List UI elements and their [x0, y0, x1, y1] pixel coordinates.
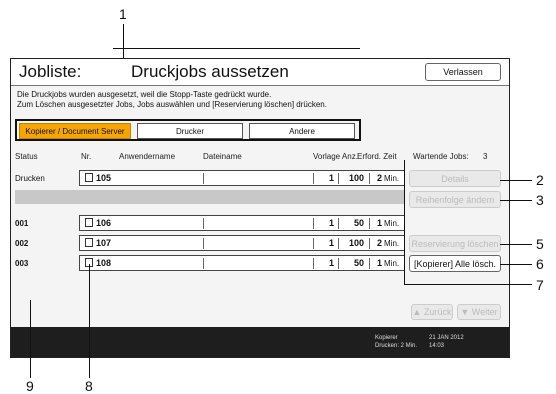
originals-count: 1 [328, 238, 334, 248]
separator-bar [15, 190, 405, 204]
document-icon [85, 238, 93, 247]
callout-3-line [500, 200, 532, 201]
callout-7-line [404, 284, 532, 285]
status-footer: Kopierer Drucken: 2 Min. 21 JAN 2012 14:… [11, 327, 509, 357]
originals-count: 1 [328, 258, 334, 268]
job-list-panel: Jobliste: Druckjobs aussetzen Verlassen … [10, 58, 510, 358]
column-nr: Nr. [81, 152, 92, 161]
footer-mode: Kopierer [375, 335, 398, 341]
delete-reservation-button[interactable]: Reservierung löschen [409, 235, 501, 252]
originals-count: 1 [328, 173, 334, 183]
row-status-printing: Drucken [15, 174, 45, 183]
callout-2-line [500, 180, 532, 181]
job-number: 106 [96, 218, 112, 228]
callout-6: 6 [536, 256, 544, 272]
title-bar: Jobliste: Druckjobs aussetzen Verlassen [11, 59, 509, 86]
tab-other[interactable]: Andere [249, 123, 355, 139]
page-title: Jobliste: [19, 62, 82, 81]
job-number: 107 [96, 238, 112, 248]
column-file: Dateiname [203, 152, 242, 161]
next-page-button[interactable]: ▼ Weiter [457, 304, 501, 320]
callout-7-bracket [404, 160, 405, 285]
copies-count: 100 [348, 173, 364, 183]
waiting-jobs-count: 3 [483, 152, 488, 161]
column-time: Erford. Zeit [357, 152, 397, 161]
copies-count: 50 [353, 218, 364, 228]
details-button[interactable]: Details [409, 170, 501, 187]
footer-print-time: Drucken: 2 Min. [375, 343, 418, 349]
callout-8-line [89, 264, 90, 378]
callout-2: 2 [536, 172, 544, 188]
column-status: Status [15, 152, 38, 161]
callout-9: 9 [26, 378, 34, 394]
copies-count: 50 [353, 258, 364, 268]
table-row[interactable]: 106 1 50 1 Min. [79, 215, 405, 231]
time-unit: Min. [384, 219, 400, 228]
previous-page-button[interactable]: ▲ Zurück [411, 304, 453, 320]
required-time: 1 [376, 218, 382, 228]
required-time: 2 [376, 173, 382, 183]
table-row[interactable]: 107 1 100 2 Min. [79, 235, 405, 251]
callout-8: 8 [85, 378, 93, 394]
callout-9-line [30, 300, 31, 378]
tab-printer[interactable]: Drucker [137, 123, 243, 139]
callout-5-line [500, 244, 532, 245]
document-icon [85, 173, 93, 182]
job-number: 105 [96, 173, 112, 183]
callout-6-line [500, 264, 532, 265]
page-subtitle: Druckjobs aussetzen [131, 62, 289, 81]
job-number: 108 [96, 258, 112, 268]
row-status: 001 [15, 219, 29, 228]
originals-count: 1 [328, 218, 334, 228]
required-time: 1 [376, 258, 382, 268]
column-count: Vorlage Anz. [313, 152, 358, 161]
callout-1-bracket [113, 48, 360, 49]
row-status: 003 [15, 259, 29, 268]
table-row[interactable]: 108 1 50 1 Min. [79, 255, 405, 271]
time-unit: Min. [384, 174, 400, 183]
exit-button[interactable]: Verlassen [425, 63, 501, 81]
table-row[interactable]: 105 1 100 2 Min. [79, 170, 405, 186]
callout-5: 5 [536, 236, 544, 252]
message-line-2: Zum Löschen ausgesetzter Jobs, Jobs ausw… [17, 100, 327, 109]
callout-7: 7 [536, 277, 544, 293]
waiting-jobs-label: Wartende Jobs: [413, 152, 469, 161]
column-user: Anwendername [119, 152, 176, 161]
delete-all-copier-button[interactable]: [Kopierer] Alle lösch. [409, 255, 501, 272]
tab-copier-document-server[interactable]: Kopierer / Document Server [19, 123, 131, 139]
row-status: 002 [15, 239, 29, 248]
time-unit: Min. [384, 239, 400, 248]
document-icon [85, 218, 93, 227]
reorder-button[interactable]: Reihenfolge ändern [409, 191, 501, 208]
message-line-1: Die Druckjobs wurden ausgesetzt, weil di… [17, 90, 272, 99]
footer-date: 21 JAN 2012 [429, 335, 464, 341]
footer-clock: 14:03 [429, 343, 445, 349]
callout-1: 1 [119, 6, 127, 22]
time-unit: Min. [384, 259, 400, 268]
copies-count: 100 [348, 238, 364, 248]
callout-3: 3 [536, 192, 544, 208]
required-time: 2 [376, 238, 382, 248]
